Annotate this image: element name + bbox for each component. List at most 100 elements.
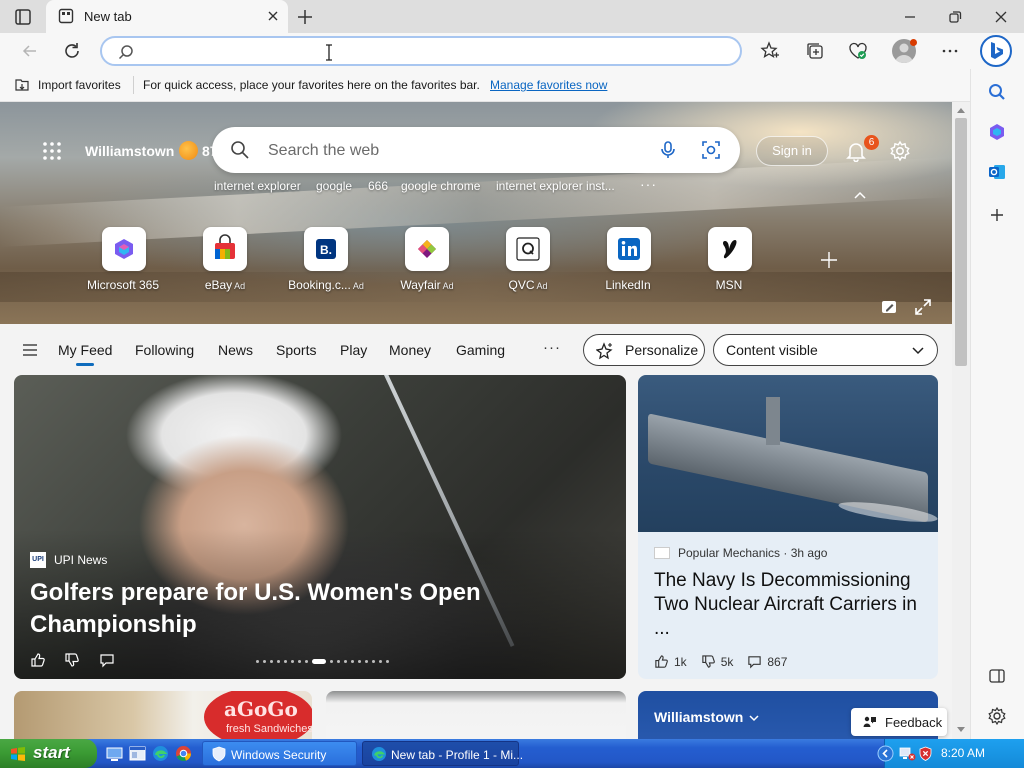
quick-link-ebay[interactable]: eBay Ad (175, 227, 275, 292)
security-alert-icon[interactable] (917, 745, 934, 762)
add-quick-link-plus-icon[interactable] (819, 250, 839, 270)
web-search-box[interactable]: Search the web (212, 127, 740, 173)
news-card-navy[interactable]: Popular Mechanics · 3h ago The Navy Is D… (638, 375, 938, 679)
refresh-icon[interactable] (62, 41, 82, 61)
tray-expand-chevron-icon[interactable] (877, 745, 894, 762)
edit-background-icon[interactable] (880, 298, 898, 316)
page-settings-gear-icon[interactable] (889, 140, 911, 162)
network-icon[interactable] (899, 745, 916, 762)
sidebar-search-icon[interactable] (987, 82, 1007, 102)
quick-link-msn[interactable]: MSN (680, 227, 780, 292)
comment-icon[interactable] (99, 652, 115, 668)
microphone-icon[interactable] (658, 140, 678, 160)
expand-background-icon[interactable] (914, 298, 932, 316)
quick-link-linkedin[interactable]: LinkedIn (579, 227, 679, 292)
hamburger-menu-icon[interactable] (22, 342, 38, 358)
quick-link-wayfair[interactable]: Wayfair Ad (377, 227, 477, 292)
weather-card-location[interactable]: Williamstown (654, 709, 743, 725)
web-search-placeholder[interactable]: Search the web (268, 142, 379, 160)
app-launcher-icon[interactable] (42, 141, 62, 161)
sign-in-button[interactable]: Sign in (756, 136, 828, 166)
start-button[interactable]: start (0, 739, 97, 768)
back-arrow-icon[interactable] (20, 41, 40, 61)
tab-following[interactable]: Following (135, 342, 194, 358)
sidebar-outlook-icon[interactable] (987, 162, 1007, 182)
news-card-image[interactable] (326, 691, 626, 739)
tab-news[interactable]: News (218, 342, 253, 358)
more-options-icon[interactable] (940, 41, 960, 61)
story-headline[interactable]: The Navy Is Decommissioning Two Nuclear … (654, 569, 924, 641)
explorer-window-icon[interactable] (129, 745, 146, 762)
chevron-down-icon[interactable] (748, 713, 760, 723)
quick-link-microsoft-365[interactable]: Microsoft 365 (74, 227, 174, 292)
carousel-dots[interactable] (256, 658, 389, 664)
booking-b-icon: B. (304, 227, 348, 271)
feed-more-button[interactable]: ··· (543, 339, 561, 356)
sidebar-office-icon[interactable] (987, 122, 1007, 142)
comments-button[interactable]: 867 (747, 654, 787, 669)
restore-icon[interactable] (945, 7, 965, 27)
tab-gaming[interactable]: Gaming (456, 342, 505, 358)
import-favorites-button[interactable]: Import favorites (38, 78, 121, 92)
favorites-star-icon[interactable] (760, 41, 780, 61)
agogo-sign: aGoGo fresh Sandwiches (204, 691, 312, 739)
trending-more-button[interactable]: ··· (640, 176, 657, 192)
visual-search-icon[interactable] (701, 140, 721, 160)
collapse-chevron-up-icon[interactable] (853, 190, 867, 200)
trending-search-link[interactable]: google (316, 179, 352, 193)
content-visibility-select[interactable]: Content visible (713, 334, 938, 366)
profile-notification-dot (910, 39, 917, 46)
manage-favorites-link[interactable]: Manage favorites now (490, 78, 607, 92)
taskbar-windows-security[interactable]: Windows Security (202, 741, 357, 766)
minimize-icon[interactable] (900, 7, 920, 27)
close-window-icon[interactable] (991, 7, 1011, 27)
import-favorites-icon[interactable] (14, 77, 30, 93)
scroll-down-arrow-icon[interactable] (956, 726, 966, 734)
trending-search-link[interactable]: internet explorer inst... (496, 179, 615, 193)
taskbar-task-label: New tab - Profile 1 - Mi... (391, 748, 524, 762)
microsoft-365-icon (102, 227, 146, 271)
weather-location[interactable]: Williamstown (85, 143, 174, 159)
dislike-button[interactable]: 5k (701, 654, 733, 669)
page-scrollbar[interactable] (952, 102, 970, 739)
browser-essentials-icon[interactable] (848, 41, 868, 61)
weather-sun-icon[interactable] (179, 141, 198, 160)
scrollbar-thumb[interactable] (955, 118, 967, 366)
thumbs-down-icon[interactable] (64, 652, 80, 668)
address-bar[interactable] (100, 36, 742, 66)
trending-search-link[interactable]: internet explorer (214, 179, 301, 193)
sidebar-settings-icon[interactable] (987, 706, 1007, 726)
collections-icon[interactable] (805, 41, 825, 61)
personalize-button[interactable]: Personalize (583, 334, 705, 366)
sidebar-toggle-icon[interactable] (987, 666, 1007, 686)
news-card-sandwich[interactable]: aGoGo fresh Sandwiches (14, 691, 312, 739)
scroll-up-arrow-icon[interactable] (956, 106, 966, 114)
quick-link-qvc[interactable]: QVC Ad (478, 227, 578, 292)
show-desktop-icon[interactable] (106, 745, 123, 762)
tab-my-feed[interactable]: My Feed (58, 342, 112, 366)
trending-search-link[interactable]: google chrome (401, 179, 480, 193)
story-headline[interactable]: Golfers prepare for U.S. Women's Open Ch… (30, 577, 500, 641)
tab-actions-icon[interactable] (14, 8, 32, 26)
chrome-taskbar-icon[interactable] (175, 745, 192, 762)
tab-money[interactable]: Money (389, 342, 431, 358)
tab-sports[interactable]: Sports (276, 342, 316, 358)
edge-taskbar-icon[interactable] (152, 745, 169, 762)
trending-search-link[interactable]: 666 (368, 179, 388, 193)
feedback-button[interactable]: Feedback (851, 708, 947, 736)
thumbs-up-icon[interactable] (30, 652, 46, 668)
feed-navigation: My Feed Following News Sports Play Money… (0, 324, 952, 376)
quick-link-booking[interactable]: B. Booking.c... Ad (276, 227, 376, 292)
featured-story-card[interactable]: UPI UPI News Golfers prepare for U.S. Wo… (14, 375, 626, 679)
tab-new-tab[interactable]: New tab (46, 0, 288, 33)
taskbar-clock[interactable]: 8:20 AM (941, 746, 985, 760)
tab-play[interactable]: Play (340, 342, 367, 358)
bing-chat-icon[interactable] (980, 35, 1012, 67)
like-button[interactable]: 1k (654, 654, 687, 669)
new-tab-plus-icon[interactable] (295, 7, 315, 27)
shield-icon (211, 746, 227, 762)
taskbar-edge-window[interactable]: New tab - Profile 1 - Mi... (362, 741, 523, 766)
edge-icon (371, 746, 387, 762)
close-tab-icon[interactable] (266, 9, 280, 23)
sidebar-add-icon[interactable] (987, 205, 1007, 225)
